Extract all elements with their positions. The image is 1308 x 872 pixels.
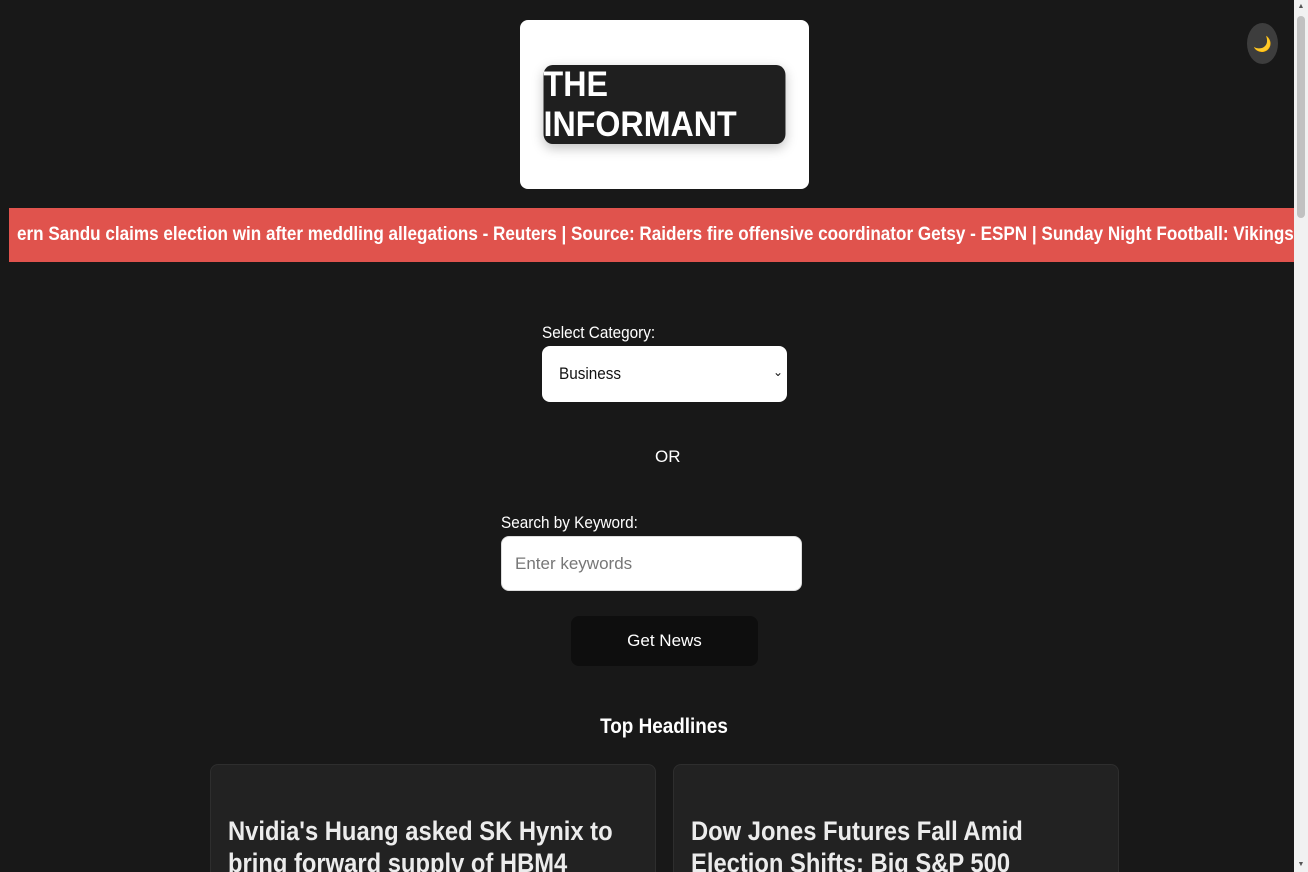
headline-card-title[interactable]: Nvidia's Huang asked SK Hynix to bring f… — [228, 815, 624, 872]
category-select[interactable]: Business ⌄ — [542, 346, 787, 402]
top-headlines-title: Top Headlines — [0, 715, 1294, 739]
scroll-up-arrow-icon[interactable]: ▲ — [1294, 0, 1308, 14]
news-ticker: ern Sandu claims election win after medd… — [9, 208, 1294, 262]
headline-card[interactable]: Dow Jones Futures Fall Amid Election Shi… — [673, 764, 1119, 872]
site-logo[interactable]: THE INFORMANT — [543, 65, 786, 144]
category-label: Select Category: — [542, 323, 656, 342]
logo-card: THE INFORMANT — [520, 20, 809, 189]
get-news-button[interactable]: Get News — [571, 616, 758, 666]
scrollbar-thumb[interactable] — [1297, 16, 1305, 218]
headline-card-title[interactable]: Dow Jones Futures Fall Amid Election Shi… — [691, 815, 1087, 872]
ticker-text[interactable]: ern Sandu claims election win after medd… — [17, 208, 1294, 262]
scroll-down-arrow-icon[interactable]: ▼ — [1294, 858, 1308, 872]
keyword-label: Search by Keyword: — [501, 513, 638, 532]
chevron-down-icon: ⌄ — [772, 365, 783, 379]
theme-toggle-button[interactable]: 🌙 — [1247, 23, 1278, 64]
page: THE INFORMANT 🌙 ern Sandu claims electio… — [0, 0, 1294, 872]
or-divider-text: OR — [655, 447, 681, 466]
keyword-search-input[interactable] — [501, 536, 802, 591]
page-scrollbar[interactable]: ▲ ▼ — [1294, 0, 1308, 872]
moon-icon: 🌙 — [1253, 35, 1272, 53]
top-headlines-title-text: Top Headlines — [600, 715, 728, 738]
headline-card[interactable]: Nvidia's Huang asked SK Hynix to bring f… — [210, 764, 656, 872]
category-selected-value: Business — [559, 364, 622, 383]
